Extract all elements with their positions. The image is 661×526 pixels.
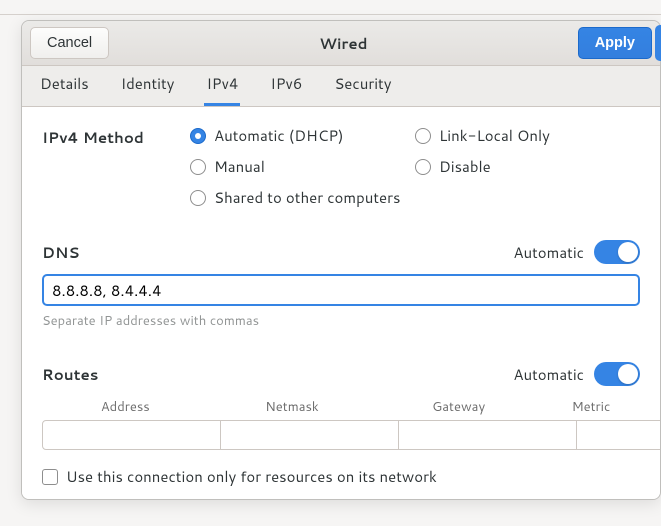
radio-link-local[interactable]: Link-Local Only	[415, 125, 640, 146]
route-gateway-input[interactable]	[398, 420, 577, 450]
radio-dot-icon	[415, 128, 431, 144]
radio-shared[interactable]: Shared to other computers	[190, 187, 415, 208]
dns-hint: Separate IP addresses with commas	[42, 312, 640, 330]
tab-ipv6[interactable]: IPv6	[268, 63, 304, 106]
radio-dot-icon	[190, 128, 206, 144]
radio-dot-icon	[415, 159, 431, 175]
routes-header-metric: Metric	[542, 396, 640, 418]
tab-ipv4[interactable]: IPv4	[204, 63, 240, 106]
routes-header-gateway: Gateway	[375, 396, 542, 418]
dns-section: DNS Automatic Separate IP addresses with…	[42, 240, 640, 330]
dns-automatic-switch[interactable]	[594, 240, 640, 264]
routes-row: ✕	[42, 420, 640, 450]
routes-header-address: Address	[42, 396, 209, 418]
radio-label: Automatic (DHCP)	[214, 125, 344, 146]
titlebar: Cancel Wired Apply	[22, 21, 660, 66]
tab-identity[interactable]: Identity	[119, 63, 177, 106]
routes-section: Routes Automatic Address Netmask Gateway…	[42, 362, 640, 487]
tab-content: IPv4 Method Automatic (DHCP) Manual Shar…	[22, 107, 660, 499]
apply-button[interactable]: Apply	[578, 27, 652, 59]
radio-label: Shared to other computers	[214, 187, 400, 208]
only-resources-label: Use this connection only for resources o…	[66, 466, 437, 487]
radio-dot-icon	[190, 190, 206, 206]
background-element	[655, 25, 661, 61]
radio-manual[interactable]: Manual	[190, 156, 415, 177]
dialog-title: Wired	[319, 33, 367, 54]
radio-label: Manual	[214, 156, 265, 177]
dns-input[interactable]	[42, 274, 640, 306]
only-resources-checkbox[interactable]	[42, 469, 58, 485]
route-netmask-input[interactable]	[220, 420, 399, 450]
routes-title: Routes	[42, 364, 98, 385]
routes-automatic-switch[interactable]	[594, 362, 640, 386]
radio-label: Link-Local Only	[439, 125, 550, 146]
routes-header-netmask: Netmask	[209, 396, 376, 418]
route-address-input[interactable]	[42, 420, 221, 450]
tab-security[interactable]: Security	[332, 63, 393, 106]
network-wired-dialog: Cancel Wired Apply Details Identity IPv4…	[21, 20, 661, 500]
dns-title: DNS	[42, 242, 80, 263]
radio-dot-icon	[190, 159, 206, 175]
tab-details[interactable]: Details	[38, 63, 91, 106]
tab-bar: Details Identity IPv4 IPv6 Security	[22, 66, 660, 107]
radio-disable[interactable]: Disable	[415, 156, 640, 177]
routes-automatic-label: Automatic	[513, 364, 584, 385]
ipv4-method-label: IPv4 Method	[42, 125, 190, 148]
radio-automatic-dhcp[interactable]: Automatic (DHCP)	[190, 125, 415, 146]
cancel-button[interactable]: Cancel	[30, 27, 109, 59]
radio-label: Disable	[439, 156, 491, 177]
route-metric-input[interactable]	[576, 420, 660, 450]
dns-automatic-label: Automatic	[513, 242, 584, 263]
